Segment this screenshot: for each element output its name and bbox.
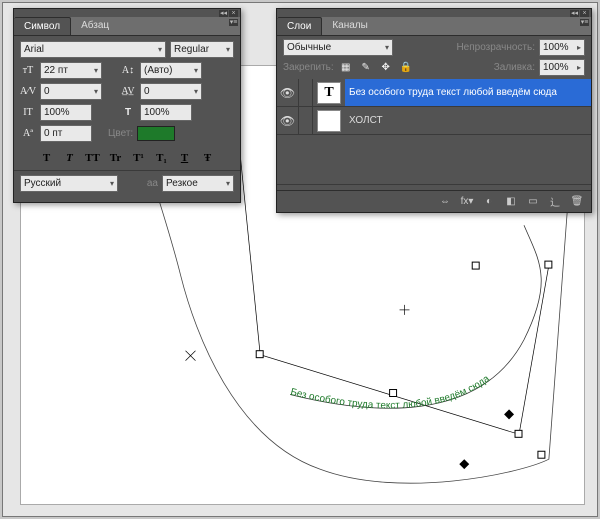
- layers-empty-area[interactable]: [277, 135, 591, 185]
- font-size-input[interactable]: 22 пт▾: [40, 62, 102, 79]
- layer-name[interactable]: Без особого труда текст любой введём сюд…: [345, 79, 591, 106]
- layer-row[interactable]: 👁 ХОЛСТ: [277, 107, 591, 135]
- layers-panel[interactable]: ◂◂ × Слои Каналы ▾≡ Обычные▾ Непрозрачно…: [276, 8, 592, 213]
- visibility-toggle[interactable]: 👁: [277, 79, 299, 106]
- strike-button[interactable]: Ŧ: [199, 150, 217, 165]
- tracking-input[interactable]: 0▾: [140, 83, 202, 100]
- color-label: Цвет:: [108, 128, 133, 139]
- adjustment-icon[interactable]: ◧: [501, 194, 521, 210]
- layer-name[interactable]: ХОЛСТ: [345, 107, 591, 134]
- superscript-button[interactable]: T¹: [130, 150, 148, 165]
- layers-tabs: Слои Каналы ▾≡: [277, 17, 591, 36]
- tab-character[interactable]: Символ: [14, 17, 71, 35]
- lock-transparency-icon[interactable]: ▦: [338, 60, 354, 75]
- panel-menu-icon[interactable]: ▾≡: [229, 19, 238, 26]
- smallcaps-button[interactable]: Tr: [107, 150, 125, 165]
- opacity-label: Непрозрачность:: [456, 42, 535, 53]
- tab-layers[interactable]: Слои: [277, 17, 322, 35]
- app-frame: Без особого труда текст любой введём сюд…: [2, 2, 598, 517]
- delete-layer-icon[interactable]: 🗑: [567, 194, 587, 210]
- collapse-icon[interactable]: ◂◂: [570, 10, 579, 17]
- fill-label: Заливка:: [494, 62, 535, 73]
- close-icon[interactable]: ×: [580, 10, 589, 17]
- color-swatch[interactable]: [137, 126, 175, 141]
- lock-label: Закрепить:: [283, 62, 334, 73]
- char-titlebar: ◂◂ ×: [14, 9, 240, 17]
- character-panel[interactable]: ◂◂ × Символ Абзац ▾≡ Arial▾ Regular▾ тТ …: [13, 8, 241, 203]
- layer-thumb[interactable]: [317, 110, 341, 132]
- font-size-icon: тТ: [20, 63, 36, 78]
- hscale-input[interactable]: 100%: [140, 104, 192, 121]
- char-tabs: Символ Абзац ▾≡: [14, 17, 240, 36]
- lock-paint-icon[interactable]: ✎: [358, 60, 374, 75]
- font-style-select[interactable]: Regular▾: [170, 41, 234, 58]
- link-column[interactable]: [299, 79, 313, 106]
- aa-label: aа: [147, 178, 158, 189]
- collapse-icon[interactable]: ◂◂: [219, 10, 228, 17]
- baseline-input[interactable]: 0 пт: [40, 125, 92, 142]
- link-layers-icon[interactable]: ⇔: [435, 194, 455, 210]
- allcaps-button[interactable]: TT: [84, 150, 102, 165]
- lock-move-icon[interactable]: ✥: [378, 60, 394, 75]
- close-icon[interactable]: ×: [229, 10, 238, 17]
- hscale-icon: T: [120, 105, 136, 120]
- tracking-icon: A̲V̲: [120, 84, 136, 99]
- vscale-icon: IT: [20, 105, 36, 120]
- fill-input[interactable]: 100%▸: [539, 59, 585, 76]
- blend-mode-select[interactable]: Обычные▾: [283, 39, 393, 56]
- leading-icon: A↕: [120, 63, 136, 78]
- lock-all-icon[interactable]: 🔒: [398, 60, 414, 75]
- text-path: [290, 225, 541, 408]
- opacity-input[interactable]: 100%▸: [539, 39, 585, 56]
- tab-paragraph[interactable]: Абзац: [71, 17, 119, 35]
- mask-icon[interactable]: ◐: [479, 194, 499, 210]
- layer-row[interactable]: 👁 T Без особого труда текст любой введём…: [277, 79, 591, 107]
- language-select[interactable]: Русский▾: [20, 175, 118, 192]
- layers-titlebar: ◂◂ ×: [277, 9, 591, 17]
- faux-bold-button[interactable]: T: [38, 150, 56, 165]
- underline-button[interactable]: T: [176, 150, 194, 165]
- type-style-buttons: T T TT Tr T¹ T₁ T Ŧ: [20, 150, 234, 165]
- visibility-toggle[interactable]: 👁: [277, 107, 299, 134]
- link-column[interactable]: [299, 107, 313, 134]
- group-icon[interactable]: ▭: [523, 194, 543, 210]
- panel-menu-icon[interactable]: ▾≡: [580, 19, 589, 26]
- tab-channels[interactable]: Каналы: [322, 17, 378, 35]
- faux-italic-button[interactable]: T: [61, 150, 79, 165]
- leading-input[interactable]: (Авто)▾: [140, 62, 202, 79]
- new-layer-icon[interactable]: ⻌: [545, 194, 565, 210]
- vscale-input[interactable]: 100%: [40, 104, 92, 121]
- aa-select[interactable]: Резкое▾: [162, 175, 234, 192]
- subscript-button[interactable]: T₁: [153, 150, 171, 165]
- fx-icon[interactable]: fx▾: [457, 194, 477, 210]
- layer-thumb[interactable]: T: [317, 82, 341, 104]
- kerning-icon: A⁄V: [20, 84, 36, 99]
- baseline-icon: Aª: [20, 126, 36, 141]
- layers-footer: ⇔ fx▾ ◐ ◧ ▭ ⻌ 🗑: [277, 190, 591, 212]
- kerning-input[interactable]: 0▾: [40, 83, 102, 100]
- font-family-select[interactable]: Arial▾: [20, 41, 166, 58]
